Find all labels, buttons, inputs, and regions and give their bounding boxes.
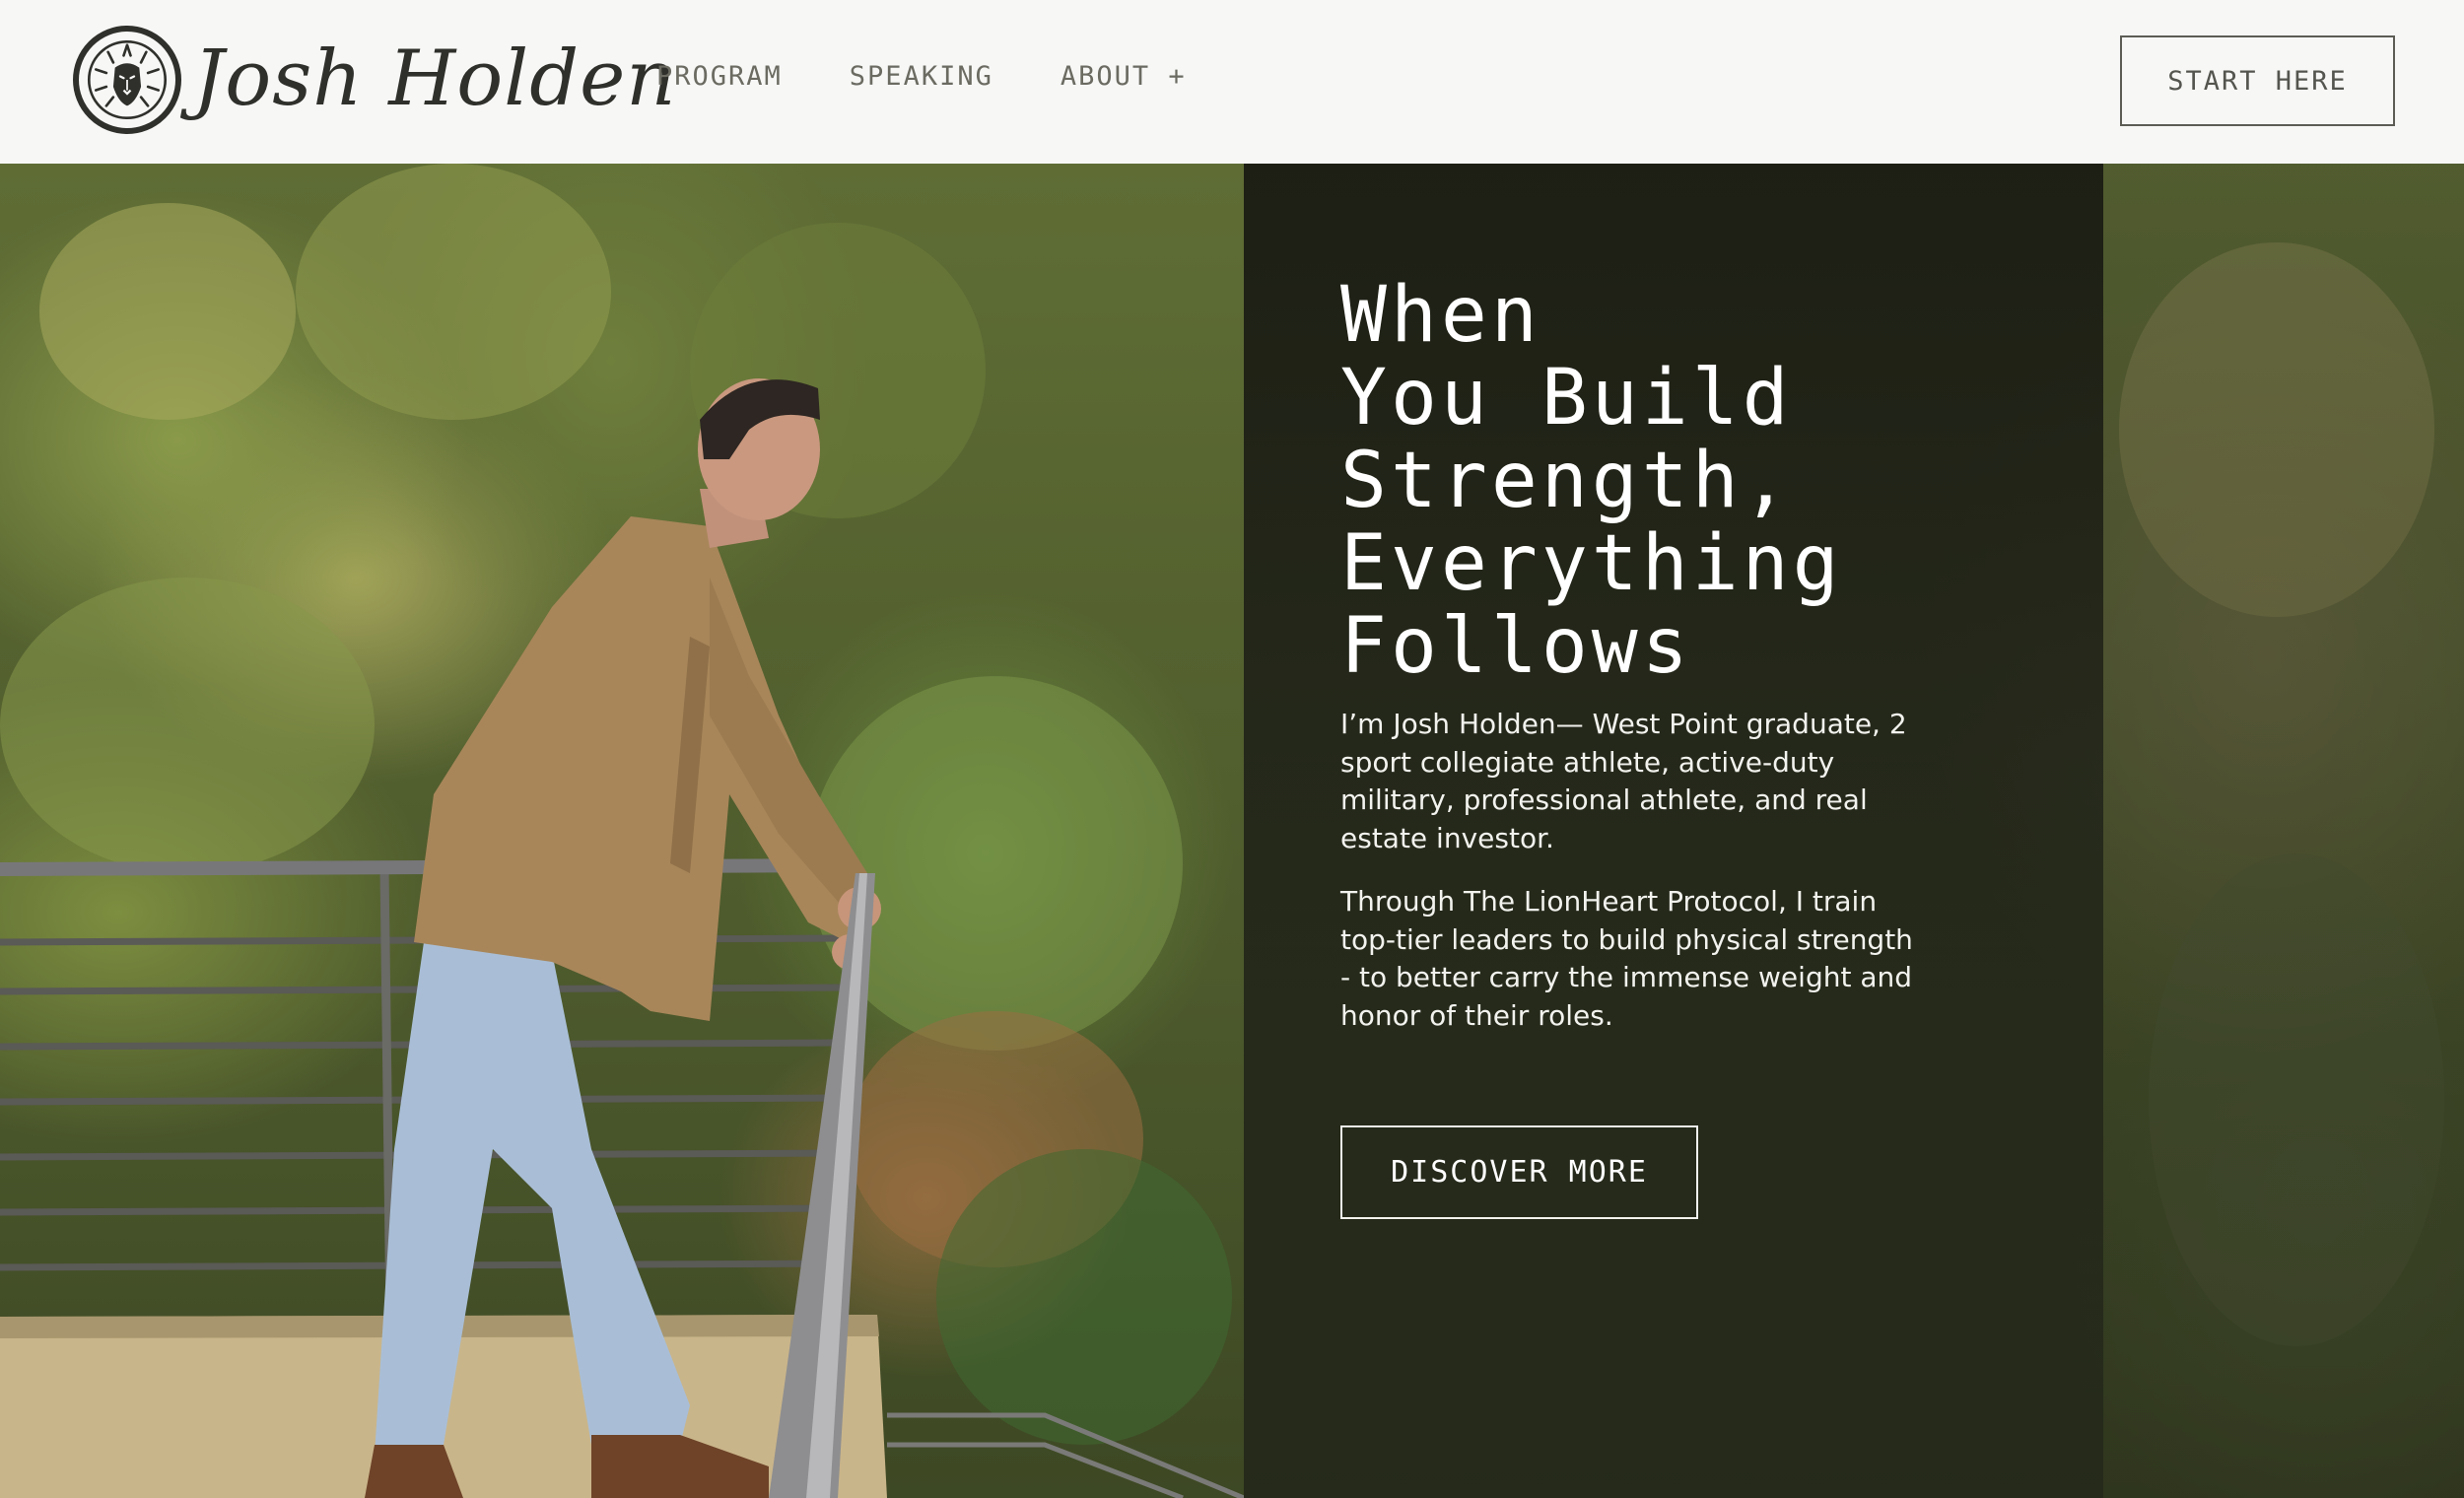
main-nav: PROGRAM SPEAKING ABOUT +: [656, 61, 1187, 92]
lion-logo-graphic: [87, 39, 168, 120]
headline-line: Follows: [1340, 602, 1692, 691]
railing-and-person: [0, 378, 1244, 1498]
headline-line: Everything: [1340, 519, 1843, 608]
brand-wordmark[interactable]: Josh Holden: [193, 30, 677, 128]
nav-item-speaking[interactable]: SPEAKING: [850, 61, 993, 92]
hero-right-shade: [2103, 164, 2464, 1498]
hero-headline: When You Build Strength, Everything Foll…: [1340, 274, 2030, 688]
discover-more-button[interactable]: DISCOVER MORE: [1340, 1125, 1698, 1219]
site-header: Josh Holden PROGRAM SPEAKING ABOUT + STA…: [0, 0, 2464, 164]
hero-section: When You Build Strength, Everything Foll…: [0, 164, 2464, 1498]
nav-item-about[interactable]: ABOUT +: [1061, 61, 1187, 92]
bio-paragraph: I’m Josh Holden— West Point graduate, 2 …: [1340, 708, 1907, 854]
start-here-button[interactable]: START HERE: [2120, 35, 2395, 126]
bio-paragraph: Through The LionHeart Protocol, I train …: [1340, 885, 1913, 1032]
nav-item-program[interactable]: PROGRAM: [656, 61, 783, 92]
headline-line: Strength,: [1340, 437, 1793, 525]
lion-head-icon[interactable]: [73, 26, 181, 134]
headline-line: When: [1340, 271, 1541, 360]
headline-line: You Build: [1340, 354, 1793, 443]
hero-bio: I’m Josh Holden— West Point graduate, 2 …: [1340, 706, 1922, 1060]
